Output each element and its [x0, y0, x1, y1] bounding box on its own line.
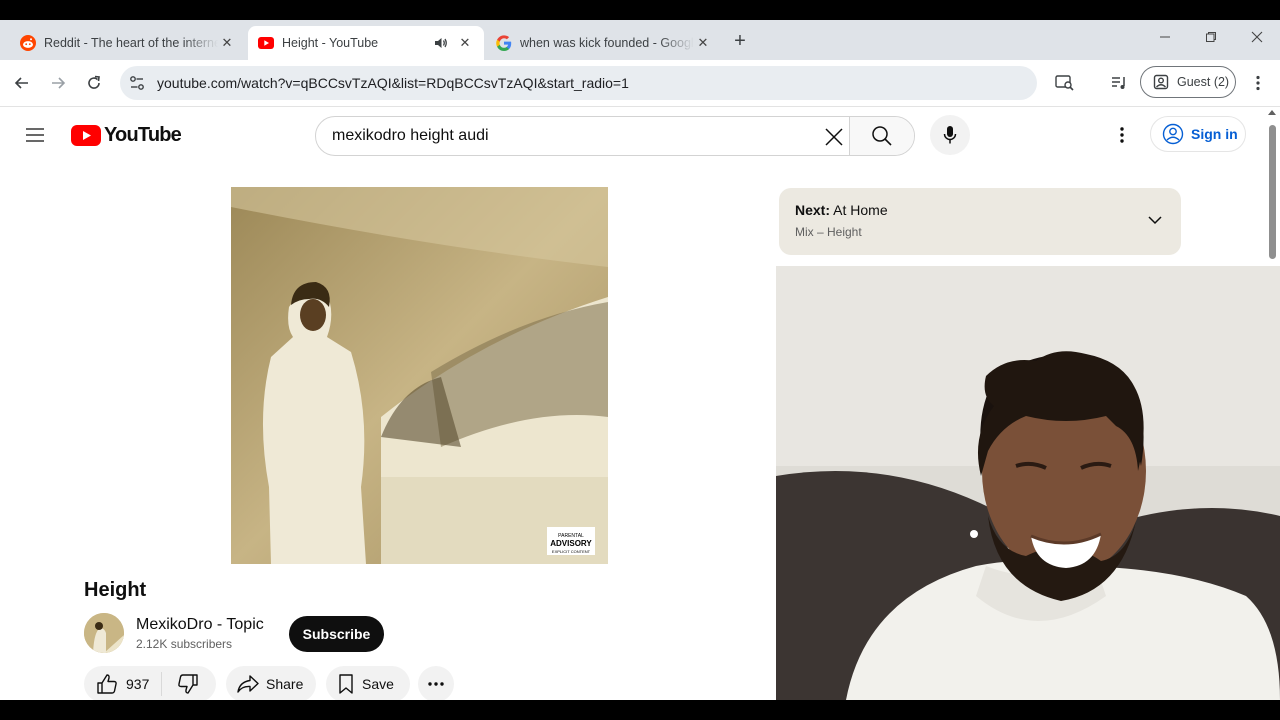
thumbs-up-icon: [97, 674, 117, 694]
tab-title: Reddit - The heart of the internet: [44, 36, 218, 50]
forward-icon[interactable]: [46, 71, 70, 95]
like-count: 937: [126, 676, 150, 692]
browser-window: Reddit - The heart of the internet ✕ Hei…: [0, 20, 1280, 700]
back-icon[interactable]: [10, 71, 34, 95]
search-input[interactable]: mexikodro height audi: [332, 127, 489, 145]
account-icon: [1162, 123, 1184, 145]
share-label: Share: [266, 676, 304, 692]
youtube-logo[interactable]: YouTube: [71, 124, 182, 147]
voice-search-button[interactable]: [930, 115, 970, 155]
youtube-icon: [258, 35, 274, 51]
up-next-video: At Home: [833, 202, 888, 218]
youtube-masthead: YouTube mexikodro height audi Sign in: [0, 107, 1280, 163]
scrollbar-thumb[interactable]: [1269, 125, 1276, 259]
url-text: youtube.com/watch?v=qBCCsvTzAQI&list=RDq…: [157, 75, 629, 91]
more-actions-button[interactable]: [418, 666, 454, 700]
up-next-title: Next: At Home: [795, 202, 888, 218]
clear-search-icon[interactable]: [821, 124, 847, 150]
tab-google[interactable]: when was kick founded - Google Search ✕: [486, 26, 722, 60]
tab-strip: Reddit - The heart of the internet ✕ Hei…: [0, 20, 1280, 60]
sign-in-button[interactable]: Sign in: [1150, 116, 1246, 152]
youtube-play-icon: [71, 125, 101, 146]
close-tab-icon[interactable]: ✕: [694, 34, 712, 52]
microphone-icon: [943, 126, 957, 144]
webcam-feed-image: [776, 266, 1280, 700]
bookmark-icon: [339, 674, 353, 694]
sign-in-label: Sign in: [1191, 126, 1238, 142]
google-lens-icon[interactable]: [1054, 72, 1076, 94]
advisory-sticker-line2: ADVISORY: [550, 539, 592, 548]
webcam-overlay: [776, 266, 1280, 700]
tab-youtube[interactable]: Height - YouTube ✕: [248, 26, 484, 60]
hamburger-menu-icon[interactable]: [24, 123, 48, 147]
reddit-icon: [20, 35, 36, 51]
tab-title: when was kick founded - Google Search: [520, 36, 694, 50]
like-button[interactable]: 937: [84, 672, 162, 696]
browser-toolbar: youtube.com/watch?v=qBCCsvTzAQI&list=RDq…: [0, 60, 1280, 107]
restore-icon[interactable]: [1196, 30, 1226, 50]
save-label: Save: [362, 676, 394, 692]
tab-reddit[interactable]: Reddit - The heart of the internet ✕: [10, 26, 246, 60]
chevron-down-icon[interactable]: [1147, 212, 1163, 230]
dislike-button[interactable]: [162, 673, 214, 695]
new-tab-button[interactable]: +: [730, 31, 750, 52]
share-icon: [237, 675, 259, 693]
subscribe-button[interactable]: Subscribe: [289, 616, 384, 652]
profile-button[interactable]: Guest (2): [1140, 66, 1236, 98]
site-info-icon[interactable]: [128, 74, 146, 97]
reload-icon[interactable]: [82, 71, 106, 95]
channel-avatar[interactable]: [84, 613, 124, 653]
speaker-icon[interactable]: [432, 34, 450, 52]
save-button[interactable]: Save: [326, 666, 410, 700]
thumbs-down-icon: [178, 674, 198, 694]
video-player[interactable]: PARENTAL ADVISORY EXPLICIT CONTENT: [231, 187, 608, 564]
google-icon: [496, 35, 512, 51]
subscriber-count: 2.12K subscribers: [136, 637, 233, 651]
close-window-icon[interactable]: [1242, 30, 1272, 50]
youtube-wordmark: YouTube: [104, 124, 182, 146]
playlist-name: Mix – Height: [795, 225, 862, 239]
up-next-card[interactable]: Next: At Home Mix – Height: [779, 188, 1181, 255]
address-bar[interactable]: youtube.com/watch?v=qBCCsvTzAQI&list=RDq…: [120, 66, 1037, 100]
media-control-icon[interactable]: [1108, 72, 1130, 94]
video-title: Height: [84, 579, 147, 601]
share-button[interactable]: Share: [226, 666, 316, 700]
search-box[interactable]: mexikodro height audi: [315, 116, 915, 156]
tab-title: Height - YouTube: [282, 36, 379, 50]
scroll-up-arrow-icon[interactable]: [1268, 110, 1276, 115]
profile-icon: [1153, 74, 1169, 90]
browser-menu-icon[interactable]: [1247, 72, 1269, 94]
advisory-sticker-line3: EXPLICIT CONTENT: [552, 549, 591, 554]
close-tab-icon[interactable]: ✕: [456, 34, 474, 52]
album-cover-art: PARENTAL ADVISORY EXPLICIT CONTENT: [231, 187, 608, 564]
settings-menu-icon[interactable]: [1110, 123, 1134, 147]
like-dislike-group: 937: [84, 666, 216, 700]
profile-label: Guest (2): [1177, 75, 1230, 89]
more-horizontal-icon: [428, 682, 444, 686]
up-next-prefix: Next:: [795, 202, 831, 218]
channel-name[interactable]: MexikoDro - Topic: [136, 616, 264, 634]
close-tab-icon[interactable]: ✕: [218, 34, 236, 52]
minimize-icon[interactable]: [1150, 30, 1180, 50]
search-icon: [872, 126, 892, 146]
search-button[interactable]: [849, 117, 914, 155]
